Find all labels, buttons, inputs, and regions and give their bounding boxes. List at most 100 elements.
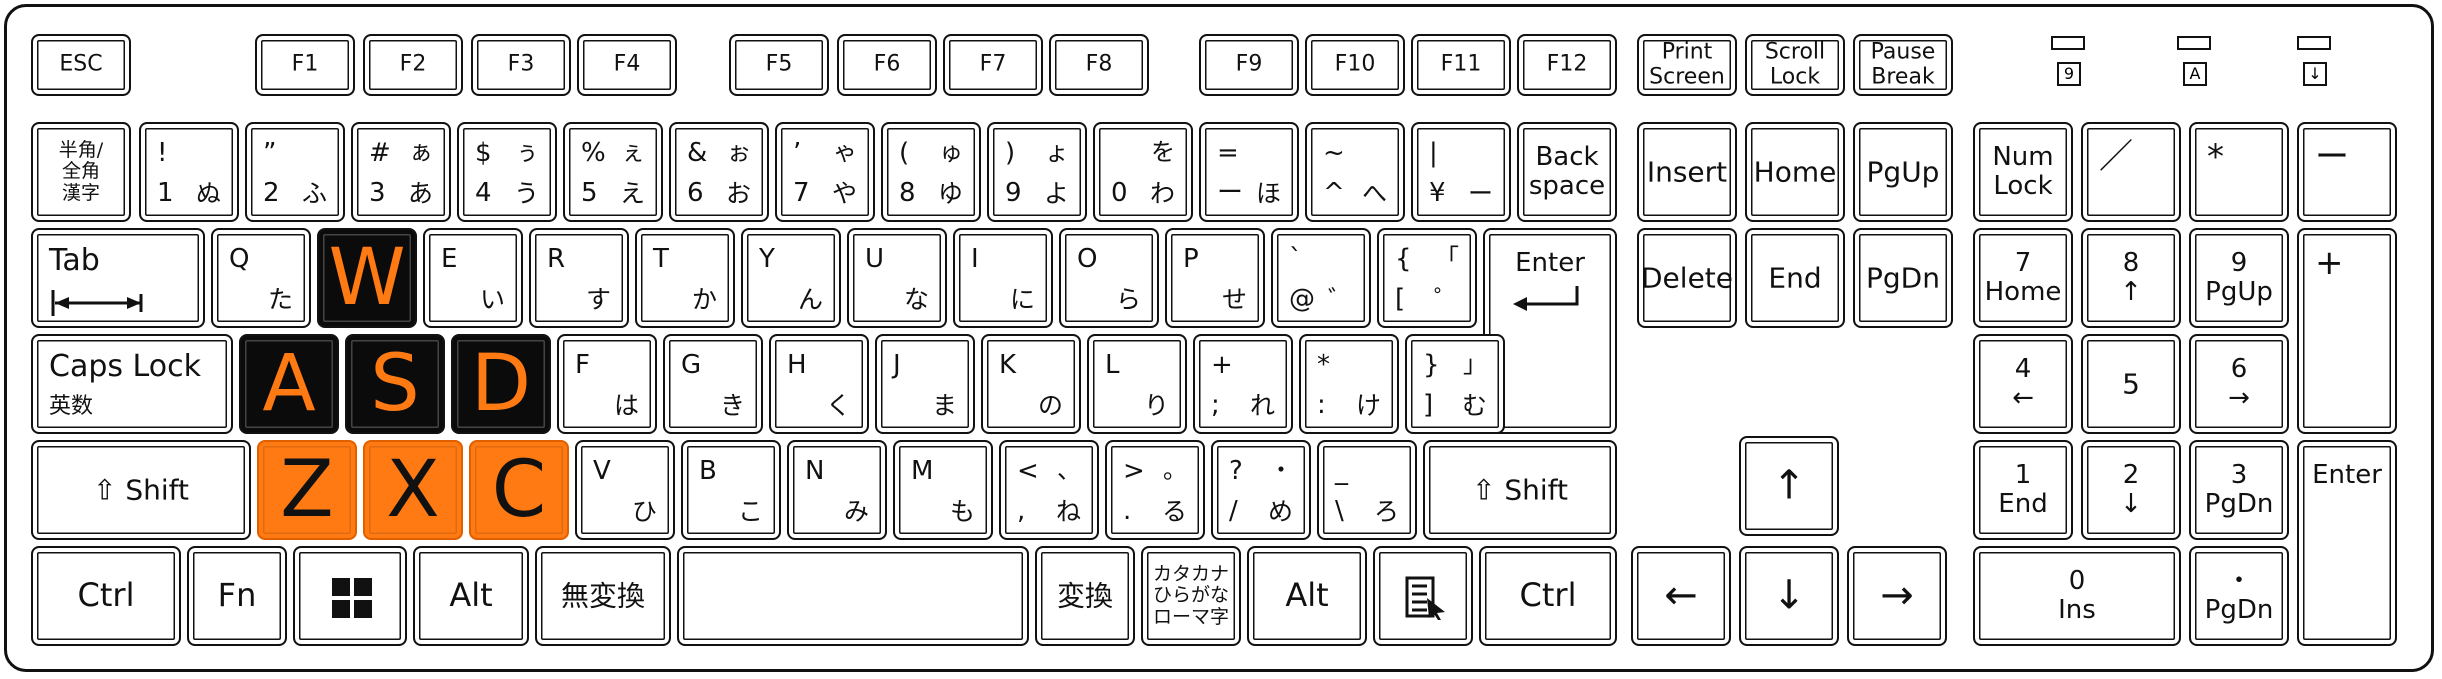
key-c[interactable]: C (469, 440, 569, 540)
key-z[interactable]: Z (257, 440, 357, 540)
key-semicolon[interactable]: +; れ (1193, 334, 1293, 434)
key-right-ctrl[interactable]: Ctrl (1479, 546, 1617, 646)
key-backslash[interactable]: _ \ ろ (1317, 440, 1417, 540)
key-num-lock[interactable]: Num Lock (1973, 122, 2073, 222)
key-w[interactable]: W (317, 228, 417, 328)
key-1[interactable]: ! 1 ぬ (139, 122, 239, 222)
key-l[interactable]: Lり (1087, 334, 1187, 434)
key-left-ctrl[interactable]: Ctrl (31, 546, 181, 646)
key-num-enter[interactable]: Enter (2297, 440, 2397, 646)
key-fn[interactable]: Fn (187, 546, 287, 646)
key-j[interactable]: Jま (875, 334, 975, 434)
key-d[interactable]: D (451, 334, 551, 434)
key-num-2[interactable]: 2 ↓ (2081, 440, 2181, 540)
key-num-5[interactable]: 5 (2081, 334, 2181, 434)
key-num-plus[interactable]: + (2297, 228, 2397, 434)
key-a[interactable]: A (239, 334, 339, 434)
key-comma[interactable]: < 、, ね (999, 440, 1099, 540)
key-f1[interactable]: F1 (255, 34, 355, 96)
key-num-6[interactable]: 6 → (2189, 334, 2289, 434)
key-windows[interactable] (293, 546, 407, 646)
key-menu[interactable] (1373, 546, 1473, 646)
key-num-minus[interactable]: ー (2297, 122, 2397, 222)
key-q[interactable]: Qた (211, 228, 311, 328)
key-at[interactable]: ` @ ゛ (1271, 228, 1371, 328)
key-v[interactable]: Vひ (575, 440, 675, 540)
key-yen[interactable]: | ¥ ー (1411, 122, 1511, 222)
key-f10[interactable]: F10 (1305, 34, 1405, 96)
key-5[interactable]: % ぇ 5 え (563, 122, 663, 222)
key-f12[interactable]: F12 (1517, 34, 1617, 96)
key-arrow-down[interactable]: ↓ (1739, 546, 1839, 646)
key-r[interactable]: Rす (529, 228, 629, 328)
key-b[interactable]: Bこ (681, 440, 781, 540)
key-pgdn[interactable]: PgDn (1853, 228, 1953, 328)
key-arrow-left[interactable]: ← (1631, 546, 1731, 646)
key-f11[interactable]: F11 (1411, 34, 1511, 96)
key-num-0[interactable]: 0 Ins (1973, 546, 2181, 646)
key-caret[interactable]: ~ ^ へ (1305, 122, 1405, 222)
key-6[interactable]: & ぉ 6 お (669, 122, 769, 222)
key-num-8[interactable]: 8 ↑ (2081, 228, 2181, 328)
key-print-screen[interactable]: Print Screen (1637, 34, 1737, 96)
key-home[interactable]: Home (1745, 122, 1845, 222)
key-right-shift[interactable]: ⇧ Shift (1423, 440, 1617, 540)
key-h[interactable]: Hく (769, 334, 869, 434)
key-left-shift[interactable]: ⇧ Shift (31, 440, 251, 540)
key-f3[interactable]: F3 (471, 34, 571, 96)
key-pgup[interactable]: PgUp (1853, 122, 1953, 222)
key-s[interactable]: S (345, 334, 445, 434)
key-k[interactable]: Kの (981, 334, 1081, 434)
key-num-slash[interactable]: ／ (2081, 122, 2181, 222)
key-num-4[interactable]: 4 ← (1973, 334, 2073, 434)
key-x[interactable]: X (363, 440, 463, 540)
key-right-alt[interactable]: Alt (1247, 546, 1367, 646)
key-katakana-hiragana[interactable]: カタカナ ひらがな ローマ字 (1141, 546, 1241, 646)
key-i[interactable]: Iに (953, 228, 1053, 328)
key-henkan[interactable]: 変換 (1035, 546, 1135, 646)
key-f4[interactable]: F4 (577, 34, 677, 96)
key-num-7[interactable]: 7 Home (1973, 228, 2073, 328)
key-end[interactable]: End (1745, 228, 1845, 328)
key-f5[interactable]: F5 (729, 34, 829, 96)
key-muhenkan[interactable]: 無変換 (535, 546, 671, 646)
key-m[interactable]: Mも (893, 440, 993, 540)
key-f8[interactable]: F8 (1049, 34, 1149, 96)
key-p[interactable]: Pせ (1165, 228, 1265, 328)
key-arrow-up[interactable]: ↑ (1739, 436, 1839, 536)
key-pause-break[interactable]: Pause Break (1853, 34, 1953, 96)
key-n[interactable]: Nみ (787, 440, 887, 540)
key-f2[interactable]: F2 (363, 34, 463, 96)
key-space[interactable] (677, 546, 1029, 646)
key-num-1[interactable]: 1 End (1973, 440, 2073, 540)
key-hankaku-zenkaku[interactable]: 半角/ 全角 漢字 (31, 122, 131, 222)
key-esc[interactable]: ESC (31, 34, 131, 96)
key-2[interactable]: ” 2 ふ (245, 122, 345, 222)
key-g[interactable]: Gき (663, 334, 763, 434)
key-f7[interactable]: F7 (943, 34, 1043, 96)
key-f6[interactable]: F6 (837, 34, 937, 96)
key-f9[interactable]: F9 (1199, 34, 1299, 96)
key-scroll-lock[interactable]: Scroll Lock (1745, 34, 1845, 96)
key-3[interactable]: # ぁ 3 あ (351, 122, 451, 222)
key-y[interactable]: Yん (741, 228, 841, 328)
key-e[interactable]: Eい (423, 228, 523, 328)
key-u[interactable]: Uな (847, 228, 947, 328)
key-8[interactable]: (ゅ 8 ゆ (881, 122, 981, 222)
key-0[interactable]: を0わ (1093, 122, 1193, 222)
key-backspace[interactable]: Back space (1517, 122, 1617, 222)
key-4[interactable]: $ ぅ 4 う (457, 122, 557, 222)
key-num-dot[interactable]: ・ PgDn (2189, 546, 2289, 646)
key-o[interactable]: Oら (1059, 228, 1159, 328)
key-arrow-right[interactable]: → (1847, 546, 1947, 646)
key-f[interactable]: Fは (557, 334, 657, 434)
key-9[interactable]: ) ょ 9 よ (987, 122, 1087, 222)
key-period[interactable]: > 。. る (1105, 440, 1205, 540)
key-num-3[interactable]: 3 PgDn (2189, 440, 2289, 540)
key-slash[interactable]: ? ・ / め (1211, 440, 1311, 540)
key-caps-lock[interactable]: Caps Lock 英数 (31, 334, 233, 434)
key-7[interactable]: ’ ゃ 7 や (775, 122, 875, 222)
key-num-9[interactable]: 9 PgUp (2189, 228, 2289, 328)
key-tab[interactable]: Tab (31, 228, 205, 328)
key-minus[interactable]: = ーほ (1199, 122, 1299, 222)
